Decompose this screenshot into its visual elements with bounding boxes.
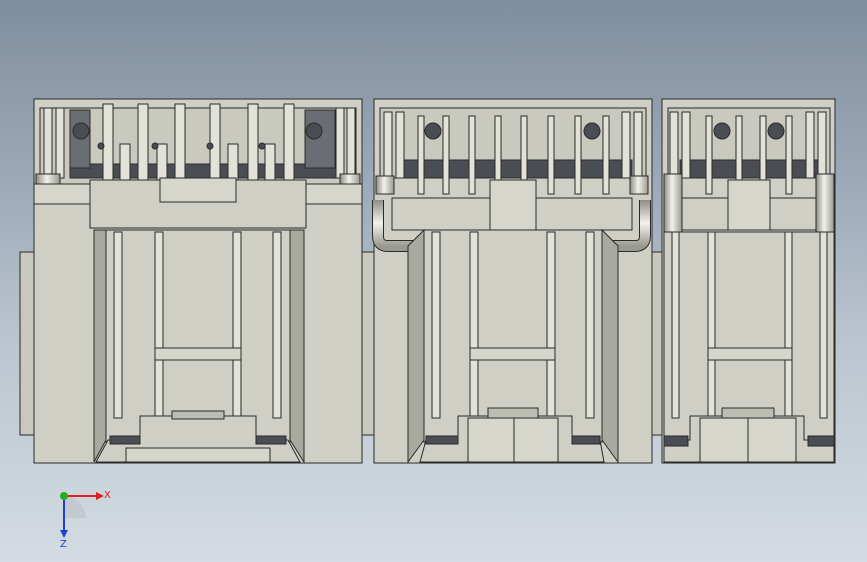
z-axis-label: Z [60, 539, 67, 548]
graphics-viewport[interactable]: X Z [0, 0, 867, 562]
axis-triad: X Z [60, 490, 111, 548]
x-axis-label: X [104, 490, 111, 501]
z-axis-arrowhead [60, 530, 68, 538]
connector-middle [361, 98, 653, 464]
y-axis-dot [60, 492, 68, 500]
connector-right [651, 98, 836, 464]
connector-assembly-model[interactable] [0, 0, 867, 562]
connector-left [19, 98, 363, 464]
triad-plane-shading [64, 496, 86, 518]
x-axis-arrowhead [96, 492, 104, 500]
